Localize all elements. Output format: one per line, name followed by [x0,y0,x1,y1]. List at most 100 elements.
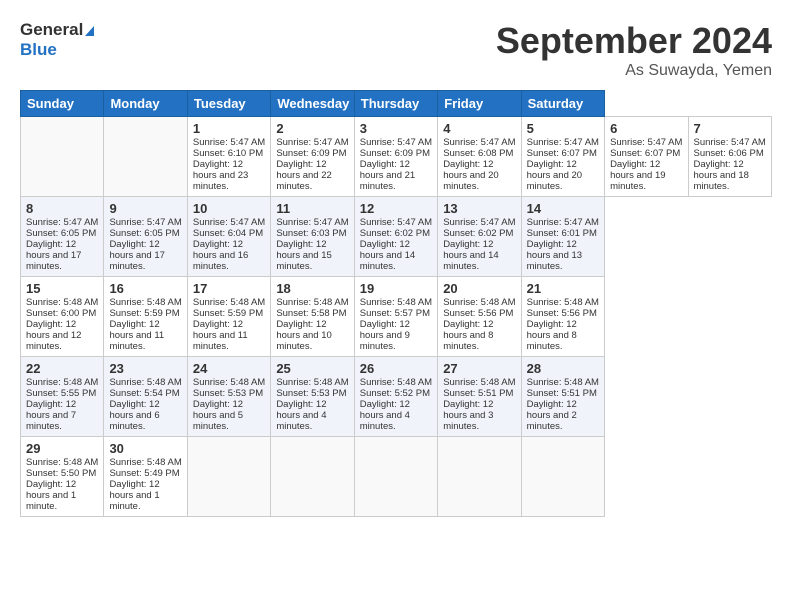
week-row-3: 15 Sunrise: 5:48 AM Sunset: 6:00 PM Dayl… [21,277,772,357]
page: General Blue September 2024 As Suwayda, … [0,0,792,612]
sunrise-label: Sunrise: 5:47 AM [193,217,265,228]
sunset-label: Sunset: 5:49 PM [109,468,179,479]
sunrise-label: Sunrise: 5:48 AM [109,457,181,468]
sunrise-label: Sunrise: 5:47 AM [193,137,265,148]
sunset-label: Sunset: 6:05 PM [26,228,96,239]
day-cell [438,437,521,517]
day-number: 16 [109,281,181,296]
day-cell: 28 Sunrise: 5:48 AM Sunset: 5:51 PM Dayl… [521,357,604,437]
header-row: SundayMondayTuesdayWednesdayThursdayFrid… [21,91,772,117]
daylight-label: Daylight: 12 hours and 20 minutes. [443,159,498,192]
day-number: 6 [610,121,682,136]
daylight-label: Daylight: 12 hours and 17 minutes. [109,239,164,272]
day-number: 26 [360,361,432,376]
day-number: 11 [276,201,348,216]
day-number: 10 [193,201,265,216]
sunrise-label: Sunrise: 5:48 AM [276,297,348,308]
sunrise-label: Sunrise: 5:47 AM [276,217,348,228]
sunrise-label: Sunrise: 5:48 AM [109,297,181,308]
daylight-label: Daylight: 12 hours and 20 minutes. [527,159,582,192]
day-number: 24 [193,361,265,376]
day-cell: 18 Sunrise: 5:48 AM Sunset: 5:58 PM Dayl… [271,277,354,357]
sunrise-label: Sunrise: 5:47 AM [610,137,682,148]
daylight-label: Daylight: 12 hours and 11 minutes. [109,319,164,352]
daylight-label: Daylight: 12 hours and 1 minute. [26,479,76,512]
sunset-label: Sunset: 6:06 PM [694,148,764,159]
day-cell: 6 Sunrise: 5:47 AM Sunset: 6:07 PM Dayli… [605,117,688,197]
daylight-label: Daylight: 12 hours and 8 minutes. [527,319,577,352]
sunrise-label: Sunrise: 5:48 AM [109,377,181,388]
sunset-label: Sunset: 5:51 PM [443,388,513,399]
sunset-label: Sunset: 5:53 PM [276,388,346,399]
sunset-label: Sunset: 6:09 PM [276,148,346,159]
sunrise-label: Sunrise: 5:48 AM [360,377,432,388]
empty-cell [21,117,104,197]
month-title: September 2024 [496,20,772,62]
daylight-label: Daylight: 12 hours and 3 minutes. [443,399,493,432]
day-cell: 12 Sunrise: 5:47 AM Sunset: 6:02 PM Dayl… [354,197,437,277]
sunrise-label: Sunrise: 5:48 AM [443,297,515,308]
day-number: 22 [26,361,98,376]
sunrise-label: Sunrise: 5:47 AM [26,217,98,228]
week-row-1: 1 Sunrise: 5:47 AM Sunset: 6:10 PM Dayli… [21,117,772,197]
day-cell: 29 Sunrise: 5:48 AM Sunset: 5:50 PM Dayl… [21,437,104,517]
sunset-label: Sunset: 5:54 PM [109,388,179,399]
daylight-label: Daylight: 12 hours and 23 minutes. [193,159,248,192]
sunset-label: Sunset: 5:59 PM [193,308,263,319]
title-block: September 2024 As Suwayda, Yemen [496,20,772,80]
col-header-thursday: Thursday [354,91,437,117]
day-cell: 11 Sunrise: 5:47 AM Sunset: 6:03 PM Dayl… [271,197,354,277]
sunset-label: Sunset: 5:52 PM [360,388,430,399]
day-number: 27 [443,361,515,376]
day-number: 30 [109,441,181,456]
sunrise-label: Sunrise: 5:47 AM [443,137,515,148]
sunrise-label: Sunrise: 5:48 AM [276,377,348,388]
sunset-label: Sunset: 6:03 PM [276,228,346,239]
daylight-label: Daylight: 12 hours and 14 minutes. [443,239,498,272]
day-cell: 5 Sunrise: 5:47 AM Sunset: 6:07 PM Dayli… [521,117,604,197]
calendar-table: SundayMondayTuesdayWednesdayThursdayFrid… [20,90,772,517]
daylight-label: Daylight: 12 hours and 11 minutes. [193,319,248,352]
col-header-tuesday: Tuesday [187,91,270,117]
daylight-label: Daylight: 12 hours and 12 minutes. [26,319,81,352]
day-cell [187,437,270,517]
day-cell: 16 Sunrise: 5:48 AM Sunset: 5:59 PM Dayl… [104,277,187,357]
sunrise-label: Sunrise: 5:47 AM [527,217,599,228]
day-cell: 20 Sunrise: 5:48 AM Sunset: 5:56 PM Dayl… [438,277,521,357]
sunset-label: Sunset: 5:51 PM [527,388,597,399]
sunrise-label: Sunrise: 5:47 AM [443,217,515,228]
sunset-label: Sunset: 6:07 PM [527,148,597,159]
sunset-label: Sunset: 6:04 PM [193,228,263,239]
daylight-label: Daylight: 12 hours and 4 minutes. [276,399,326,432]
daylight-label: Daylight: 12 hours and 21 minutes. [360,159,415,192]
day-number: 3 [360,121,432,136]
day-number: 18 [276,281,348,296]
week-row-4: 22 Sunrise: 5:48 AM Sunset: 5:55 PM Dayl… [21,357,772,437]
sunset-label: Sunset: 5:55 PM [26,388,96,399]
sunset-label: Sunset: 5:59 PM [109,308,179,319]
day-cell: 25 Sunrise: 5:48 AM Sunset: 5:53 PM Dayl… [271,357,354,437]
sunset-label: Sunset: 6:01 PM [527,228,597,239]
logo: General Blue [20,20,94,59]
day-number: 9 [109,201,181,216]
daylight-label: Daylight: 12 hours and 5 minutes. [193,399,243,432]
day-cell: 17 Sunrise: 5:48 AM Sunset: 5:59 PM Dayl… [187,277,270,357]
sunset-label: Sunset: 5:58 PM [276,308,346,319]
sunrise-label: Sunrise: 5:48 AM [26,297,98,308]
day-number: 23 [109,361,181,376]
daylight-label: Daylight: 12 hours and 4 minutes. [360,399,410,432]
day-cell: 10 Sunrise: 5:47 AM Sunset: 6:04 PM Dayl… [187,197,270,277]
day-number: 14 [527,201,599,216]
daylight-label: Daylight: 12 hours and 7 minutes. [26,399,76,432]
day-number: 1 [193,121,265,136]
sunset-label: Sunset: 6:02 PM [443,228,513,239]
sunrise-label: Sunrise: 5:48 AM [443,377,515,388]
day-cell: 9 Sunrise: 5:47 AM Sunset: 6:05 PM Dayli… [104,197,187,277]
day-cell: 2 Sunrise: 5:47 AM Sunset: 6:09 PM Dayli… [271,117,354,197]
daylight-label: Daylight: 12 hours and 8 minutes. [443,319,493,352]
sunrise-label: Sunrise: 5:47 AM [360,137,432,148]
day-cell: 15 Sunrise: 5:48 AM Sunset: 6:00 PM Dayl… [21,277,104,357]
sunset-label: Sunset: 6:00 PM [26,308,96,319]
day-cell: 3 Sunrise: 5:47 AM Sunset: 6:09 PM Dayli… [354,117,437,197]
day-cell: 1 Sunrise: 5:47 AM Sunset: 6:10 PM Dayli… [187,117,270,197]
